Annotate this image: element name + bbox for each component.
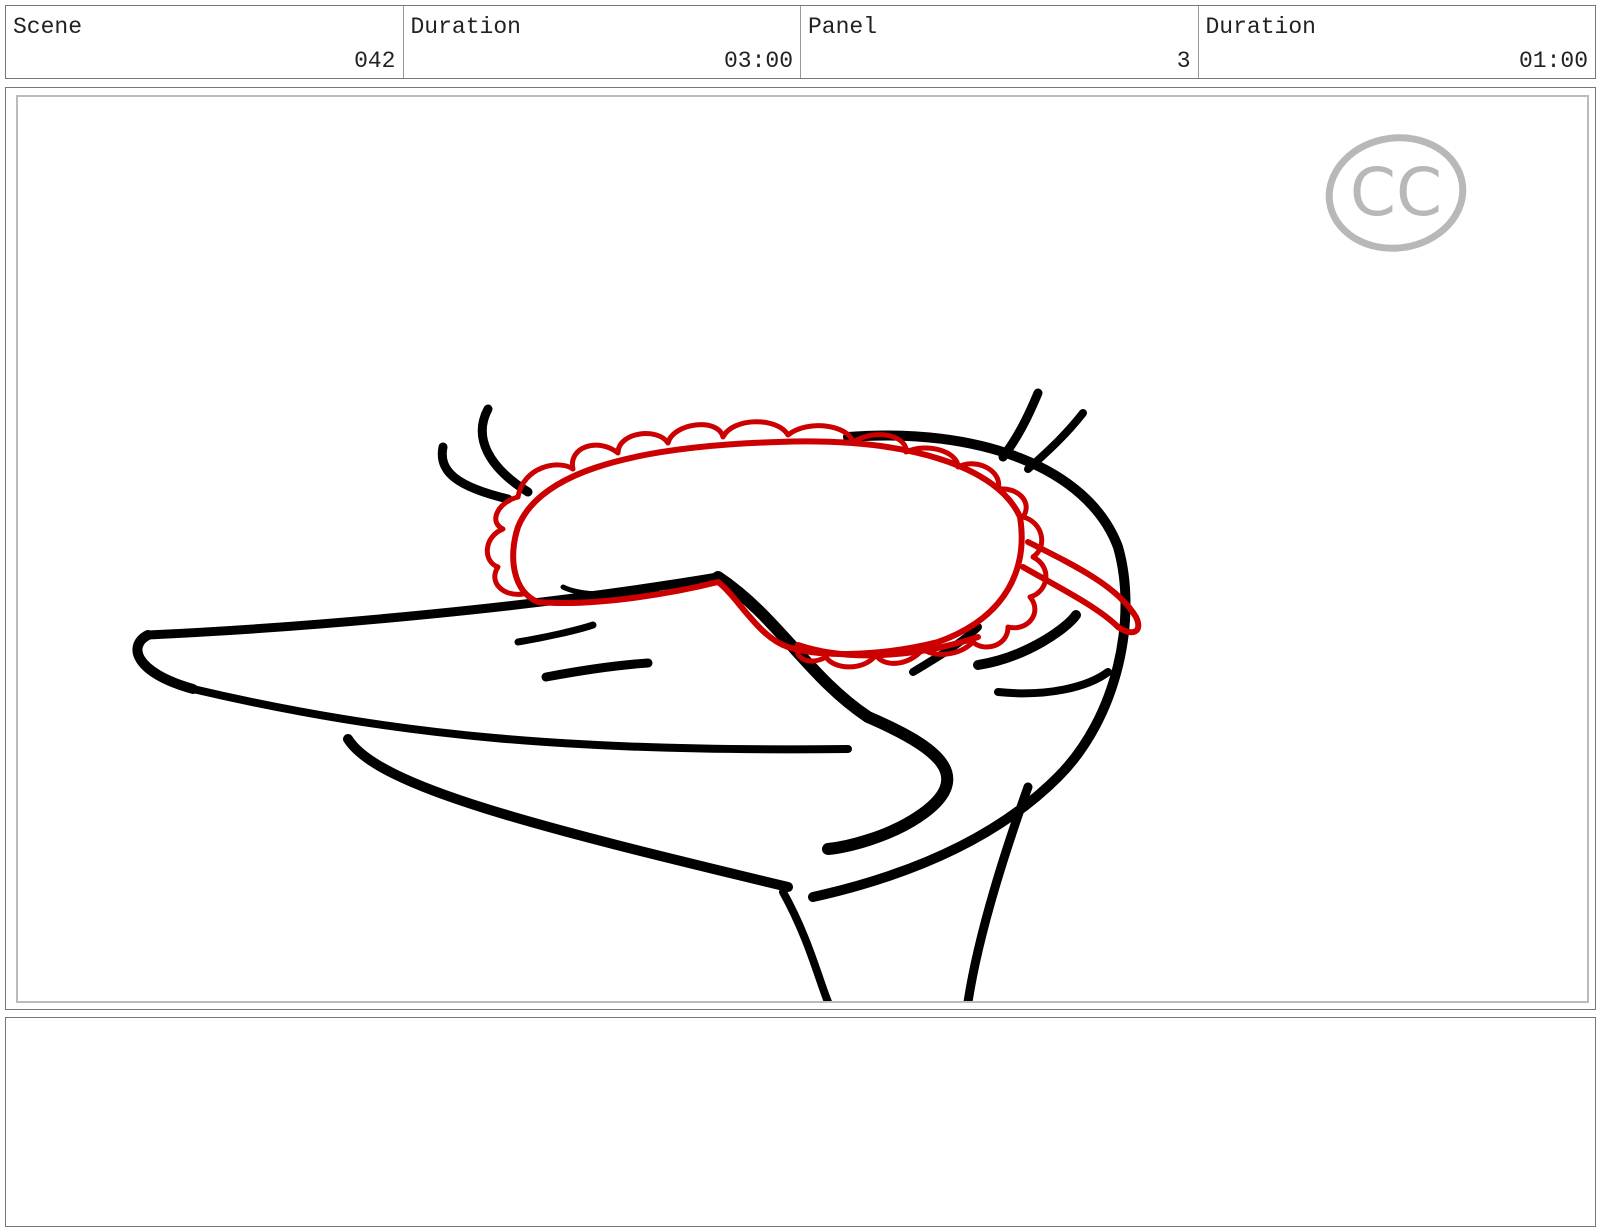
panel-duration-value[interactable]: 01:00 xyxy=(1519,48,1588,74)
scene-duration-label: Duration xyxy=(410,14,521,40)
character-sketch xyxy=(132,388,1131,1001)
scene-duration-cell: Duration 03:00 xyxy=(404,6,801,78)
panel-notes-area[interactable] xyxy=(5,1017,1596,1227)
cc-watermark-logo: CC xyxy=(1325,134,1467,252)
scene-number[interactable]: 042 xyxy=(354,48,395,74)
scene-cell: Scene 042 xyxy=(6,6,404,78)
storyboard-drawing: CC xyxy=(132,134,1467,1001)
panel-duration-cell: Duration 01:00 xyxy=(1199,6,1596,78)
panel-number[interactable]: 3 xyxy=(1177,48,1191,74)
panel-cell: Panel 3 xyxy=(801,6,1199,78)
scene-label: Scene xyxy=(13,14,83,40)
panel-duration-label: Duration xyxy=(1205,14,1316,40)
drawing-canvas[interactable]: CC xyxy=(16,95,1589,1003)
panel-header: Scene 042 Duration 03:00 Panel 3 Duratio… xyxy=(5,5,1596,79)
panel-label: Panel xyxy=(808,14,878,40)
scene-duration-value[interactable]: 03:00 xyxy=(724,48,793,74)
watermark-text: CC xyxy=(1350,154,1442,231)
